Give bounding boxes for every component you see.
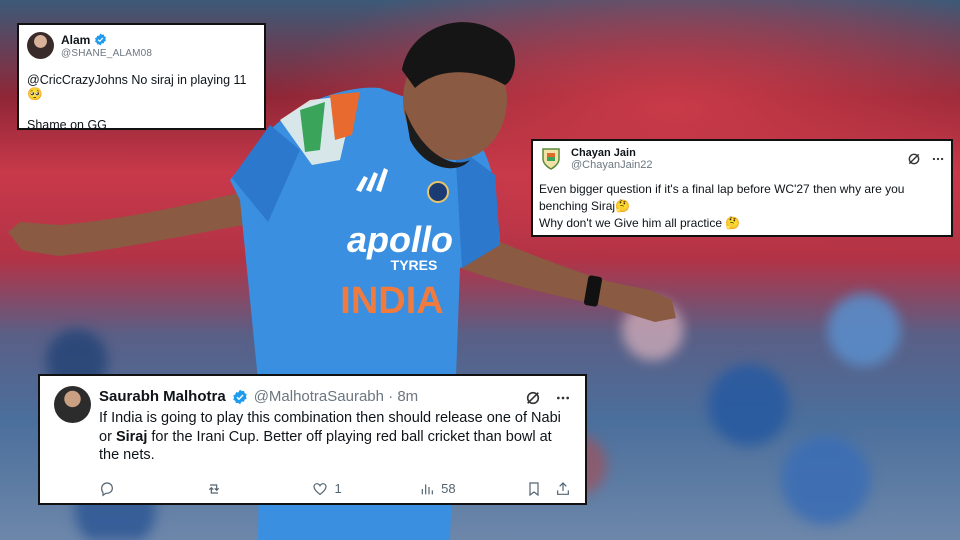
more-options-icon[interactable] (555, 390, 571, 406)
tweet-text-line: @CricCrazyJohns No siraj in playing 11 🥺 (27, 73, 247, 102)
author-handle-time[interactable]: @MalhotraSaurabh · 8m (254, 388, 418, 405)
tweet-card-chayan[interactable]: Chayan Jain @ChayanJain22 Even bigger qu… (531, 139, 953, 237)
tweet-card-alam[interactable]: Alam @SHANE_ALAM08 @CricCrazyJohns No si… (17, 23, 266, 132)
tweet-body: @CricCrazyJohns No siraj in playing 11 🥺… (27, 73, 256, 132)
tweet-actions (525, 390, 571, 406)
tweet-metrics: 1 58 (99, 481, 571, 497)
repost-icon (208, 484, 219, 494)
grok-icon[interactable] (525, 390, 541, 406)
author-handle[interactable]: @SHANE_ALAM08 (61, 48, 152, 59)
avatar[interactable] (27, 32, 54, 59)
tweet-body: If India is going to play this combinati… (99, 409, 571, 465)
tweet-text-line: benching Siraj🤔 (539, 198, 630, 213)
bookmark-button[interactable] (526, 481, 555, 497)
tweet-text-line: Why don't we Give him all practice 🤔 (539, 215, 741, 230)
tweet-text: for the Irani Cup. Better off playing re… (99, 428, 552, 464)
like-count: 1 (334, 481, 342, 497)
tweet-text-line: Even bigger question if it's a final lap… (539, 182, 905, 196)
tweet-header: Chayan Jain @ChayanJain22 (539, 146, 945, 172)
avatar[interactable] (54, 386, 91, 423)
bookmark-icon (529, 482, 539, 496)
avatar[interactable] (539, 146, 563, 172)
more-options-icon[interactable] (931, 152, 945, 166)
reply-icon (101, 482, 113, 497)
repost-button[interactable] (206, 481, 313, 497)
tweet-text-line: Shame on GG (27, 117, 107, 132)
like-button[interactable]: 1 (312, 481, 419, 497)
emblem-icon (542, 148, 560, 170)
jersey-sponsor-sub: TYRES (391, 257, 438, 273)
verified-badge-icon (95, 33, 107, 46)
jersey-country: INDIA (340, 280, 443, 322)
view-count: 58 (441, 481, 456, 497)
verified-badge-icon (233, 389, 247, 404)
jersey-sponsor: apollo (347, 219, 453, 260)
tweet-card-saurabh[interactable]: Saurabh Malhotra @MalhotraSaurabh · 8m I… (38, 374, 587, 505)
author-name[interactable]: Alam (61, 33, 90, 47)
grok-icon[interactable] (907, 152, 921, 166)
views-button[interactable]: 58 (419, 481, 526, 497)
views-icon (421, 483, 434, 494)
author-handle[interactable]: @ChayanJain22 (571, 159, 653, 171)
tweet-body: Even bigger question if it's a final lap… (539, 181, 945, 231)
tweet-actions (907, 152, 945, 166)
share-button[interactable] (555, 481, 571, 497)
heart-icon (313, 482, 328, 495)
share-icon (557, 481, 569, 495)
author-name[interactable]: Chayan Jain (571, 147, 653, 159)
author-name[interactable]: Saurabh Malhotra (99, 388, 226, 405)
tweet-header: Alam @SHANE_ALAM08 (27, 32, 256, 59)
tweet-text-bold: Siraj (115, 428, 148, 445)
reply-button[interactable] (99, 481, 206, 497)
